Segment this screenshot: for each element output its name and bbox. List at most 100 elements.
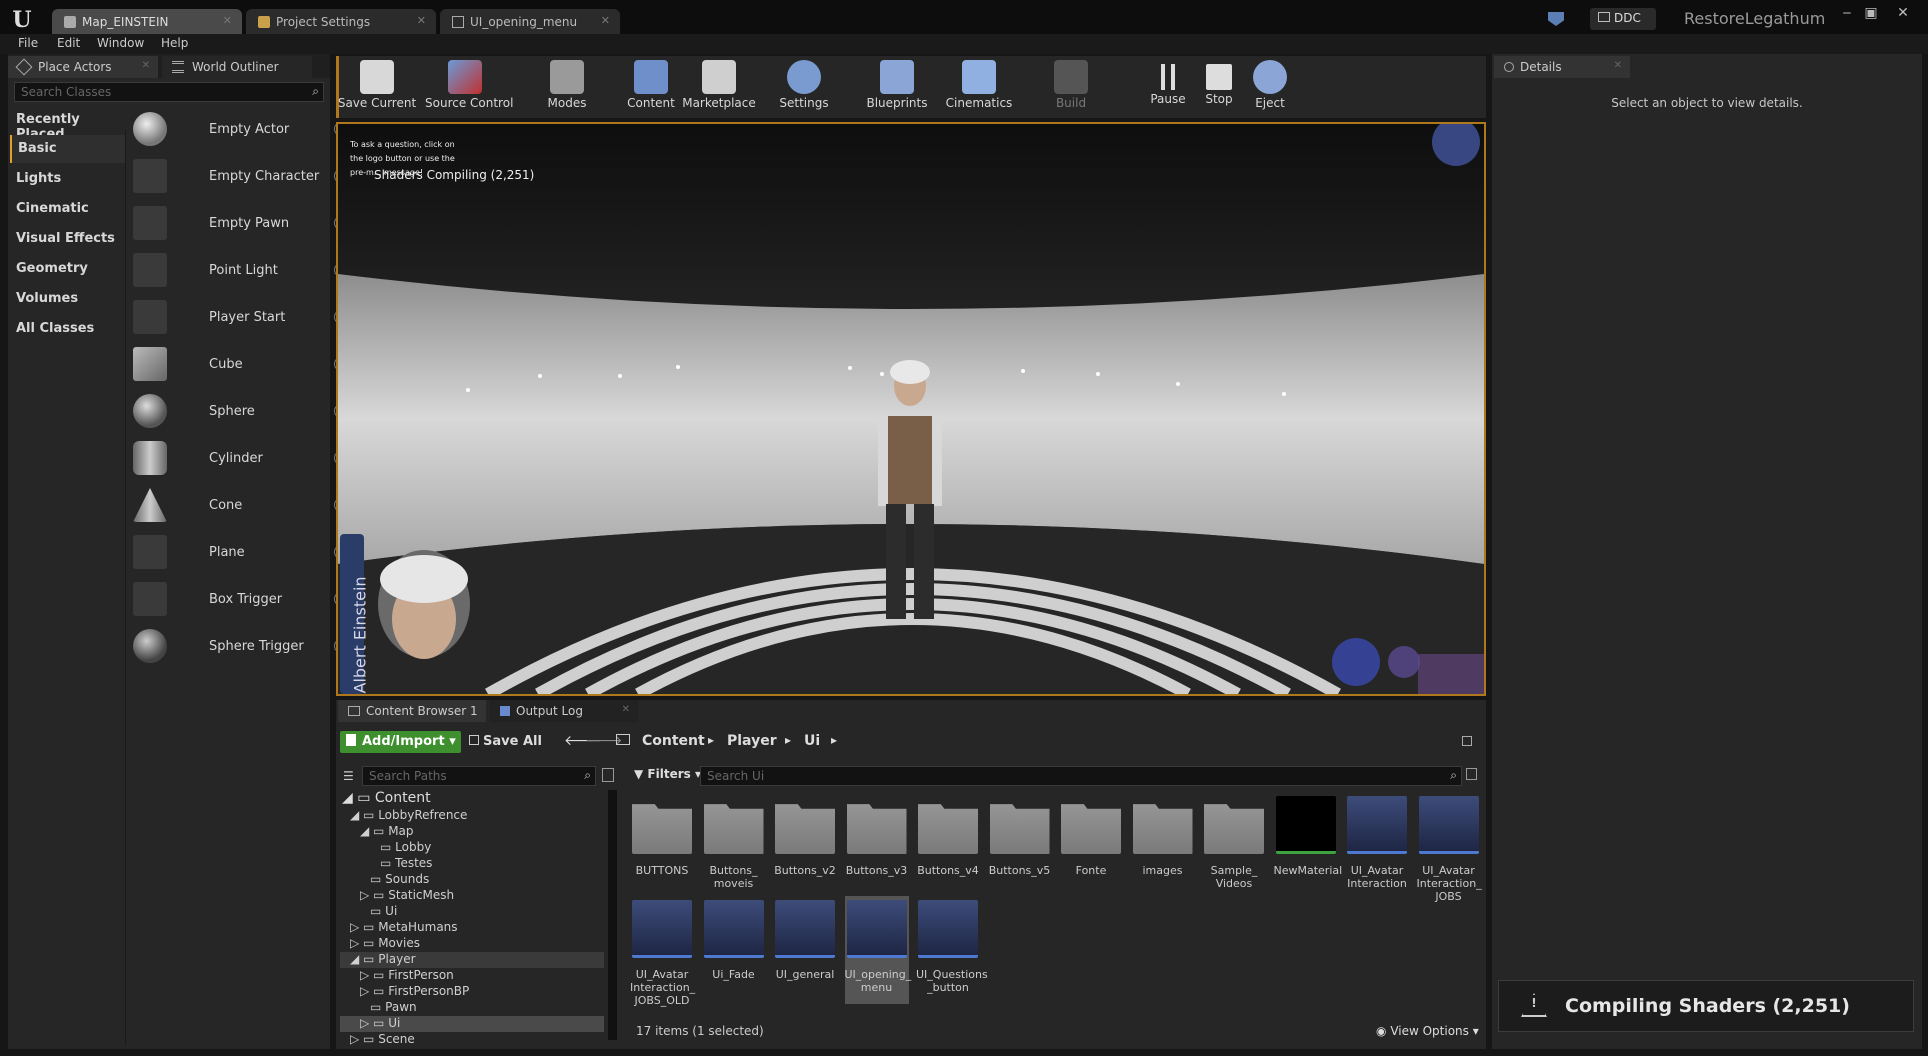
tab-world-outliner[interactable]: World Outliner [162, 56, 312, 78]
tree-item[interactable]: ▷ ▭ StaticMesh [360, 888, 454, 904]
asset-tile[interactable]: UI_Avatar Interaction_ JOBS_OLD [630, 896, 695, 1007]
tab-ui-opening-menu[interactable]: UI_opening_menu ✕ [440, 9, 620, 35]
marketplace-button[interactable]: Marketplace [679, 58, 759, 114]
menu-help[interactable]: Help [161, 36, 188, 50]
tree-item[interactable]: ◢ ▭ LobbyRefrence [350, 808, 467, 824]
close-icon[interactable]: ✕ [1614, 60, 1622, 71]
asset-tile[interactable]: UI_opening_ menu [844, 896, 911, 1004]
close-icon[interactable]: ✕ [417, 14, 426, 27]
asset-tile[interactable]: NewMaterial [1274, 792, 1342, 877]
asset-tile[interactable]: UI_Avatar Interaction_ JOBS [1417, 792, 1482, 903]
source-control-button[interactable]: Source Control [425, 58, 513, 114]
search-assets-input[interactable]: Search Ui ⌕ [700, 766, 1462, 786]
tab-content-browser[interactable]: Content Browser 1 [338, 700, 486, 722]
asset-tile[interactable]: Ui_Fade [702, 896, 766, 981]
tree-item[interactable]: ▷ ▭ FirstPerson [360, 968, 454, 984]
search-paths-input[interactable]: Search Paths ⌕ [362, 766, 596, 786]
tree-item[interactable]: ▷ ▭ Movies [350, 936, 420, 952]
asset-tile[interactable]: UI_general [773, 896, 837, 981]
filters-button[interactable]: ▼ Filters ▾ [634, 767, 701, 781]
maximize-button[interactable]: ▣ [1860, 6, 1882, 22]
unreal-logo-icon[interactable]: U [8, 6, 36, 34]
menu-file[interactable]: File [18, 36, 38, 50]
blueprints-button[interactable]: Blueprints [857, 58, 937, 114]
tree-item[interactable]: ▷ ▭ MetaHumans [350, 920, 458, 936]
asset-tile[interactable]: images [1131, 792, 1195, 877]
breadcrumb-ui[interactable]: Ui [804, 733, 820, 749]
save-search-icon[interactable] [1466, 768, 1477, 780]
tree-item[interactable]: ◢ ▭ Player [340, 952, 604, 968]
asset-tile[interactable]: BUTTONS [630, 792, 694, 877]
category-all-classes[interactable]: All Classes [10, 315, 125, 343]
asset-tile[interactable]: Buttons_ moveis [702, 792, 766, 890]
actor-point-light[interactable]: Point Light? [130, 249, 348, 293]
actor-cylinder[interactable]: Cylinder? [130, 437, 348, 481]
settings-button[interactable]: Settings [764, 58, 844, 114]
category-recently-placed[interactable]: Recently Placed [10, 106, 125, 142]
level-viewport[interactable]: To ask a question, click on the logo but… [336, 122, 1486, 696]
asset-tile[interactable]: Fonte [1059, 792, 1123, 877]
actor-box-trigger[interactable]: Box Trigger? [130, 578, 348, 622]
ddc-button[interactable]: DDC [1590, 8, 1656, 30]
actor-plane[interactable]: Plane? [130, 531, 348, 575]
cinematics-button[interactable]: Cinematics [939, 58, 1019, 114]
sources-toggle-icon[interactable]: ☰ [343, 769, 354, 783]
breadcrumb-separator-icon[interactable]: ▸ [831, 733, 837, 747]
view-options-button[interactable]: ◉ View Options ▾ [1376, 1024, 1479, 1038]
lock-icon[interactable] [1462, 736, 1472, 746]
close-icon[interactable]: ✕ [601, 14, 610, 27]
save-all-button[interactable]: Save All [469, 734, 542, 749]
tree-item[interactable]: ▷ ▭ Ui [340, 1016, 604, 1032]
category-lights[interactable]: Lights [10, 165, 125, 193]
actor-empty-actor[interactable]: Empty Actor? [130, 108, 348, 152]
breadcrumb-separator-icon[interactable]: ▸ [785, 733, 791, 747]
actor-empty-character[interactable]: Empty Character? [130, 155, 348, 199]
tab-place-actors[interactable]: Place Actors ✕ [8, 56, 158, 78]
breadcrumb-content[interactable]: Content [642, 733, 705, 749]
tree-item[interactable]: ▷ ▭ Scene [350, 1032, 415, 1045]
tree-item[interactable]: ▭ Ui [370, 904, 397, 920]
breadcrumb-separator-icon[interactable]: ▸ [708, 733, 714, 747]
asset-tile[interactable]: Buttons_v2 [773, 792, 837, 877]
asset-tile[interactable]: Buttons_v3 [845, 792, 909, 877]
actor-player-start[interactable]: Player Start? [130, 296, 348, 340]
build-button[interactable]: Build [1031, 58, 1111, 114]
category-cinematic[interactable]: Cinematic [10, 195, 125, 223]
tree-item[interactable]: ◢ ▭ Map [360, 824, 414, 840]
category-geometry[interactable]: Geometry [10, 255, 125, 283]
close-icon[interactable]: ✕ [223, 14, 232, 27]
menu-edit[interactable]: Edit [57, 36, 80, 50]
close-window-button[interactable]: ✕ [1892, 6, 1914, 22]
category-visual-effects[interactable]: Visual Effects [10, 225, 125, 253]
close-icon[interactable]: ✕ [142, 60, 150, 71]
menu-window[interactable]: Window [97, 36, 144, 50]
add-import-button[interactable]: Add/Import ▾ [340, 731, 461, 753]
minimize-button[interactable]: ‒ [1836, 6, 1858, 22]
tab-output-log[interactable]: Output Log ✕ [490, 700, 638, 722]
actor-sphere-trigger[interactable]: Sphere Trigger? [130, 625, 348, 669]
breadcrumb-player[interactable]: Player [727, 733, 777, 749]
tree-item[interactable]: ▭ Sounds [370, 872, 429, 888]
search-classes-input[interactable]: Search Classes ⌕ [14, 82, 324, 102]
tree-item[interactable]: ▷ ▭ FirstPersonBP [360, 984, 469, 1000]
tab-map-einstein[interactable]: Map_EINSTEIN ✕ [52, 9, 242, 35]
save-current-button[interactable]: Save Current [337, 58, 417, 114]
tree-scrollbar[interactable] [608, 790, 617, 1040]
asset-tile[interactable]: UI_Avatar Interaction [1345, 792, 1409, 890]
tree-item[interactable]: ◢ ▭ Content [342, 790, 431, 806]
tab-details[interactable]: Details ✕ [1494, 56, 1630, 78]
tree-item[interactable]: ▭ Testes [380, 856, 432, 872]
actor-empty-pawn[interactable]: Empty Pawn? [130, 202, 348, 246]
asset-tile[interactable]: Buttons_v4 [916, 792, 980, 877]
actor-sphere[interactable]: Sphere? [130, 390, 348, 434]
asset-tile[interactable]: UI_Questions _button [916, 896, 988, 994]
notification-flag-icon[interactable] [1548, 12, 1564, 26]
actor-cube[interactable]: Cube? [130, 343, 348, 387]
close-icon[interactable]: ✕ [622, 704, 630, 715]
view-options-icon[interactable] [602, 768, 614, 782]
tree-item[interactable]: ▭ Lobby [380, 840, 431, 856]
tree-item[interactable]: ▭ Pawn [370, 1000, 417, 1016]
category-basic[interactable]: Basic [10, 135, 125, 163]
eject-button[interactable]: Eject [1230, 58, 1310, 114]
asset-tile[interactable]: Sample_ Videos [1202, 792, 1266, 890]
